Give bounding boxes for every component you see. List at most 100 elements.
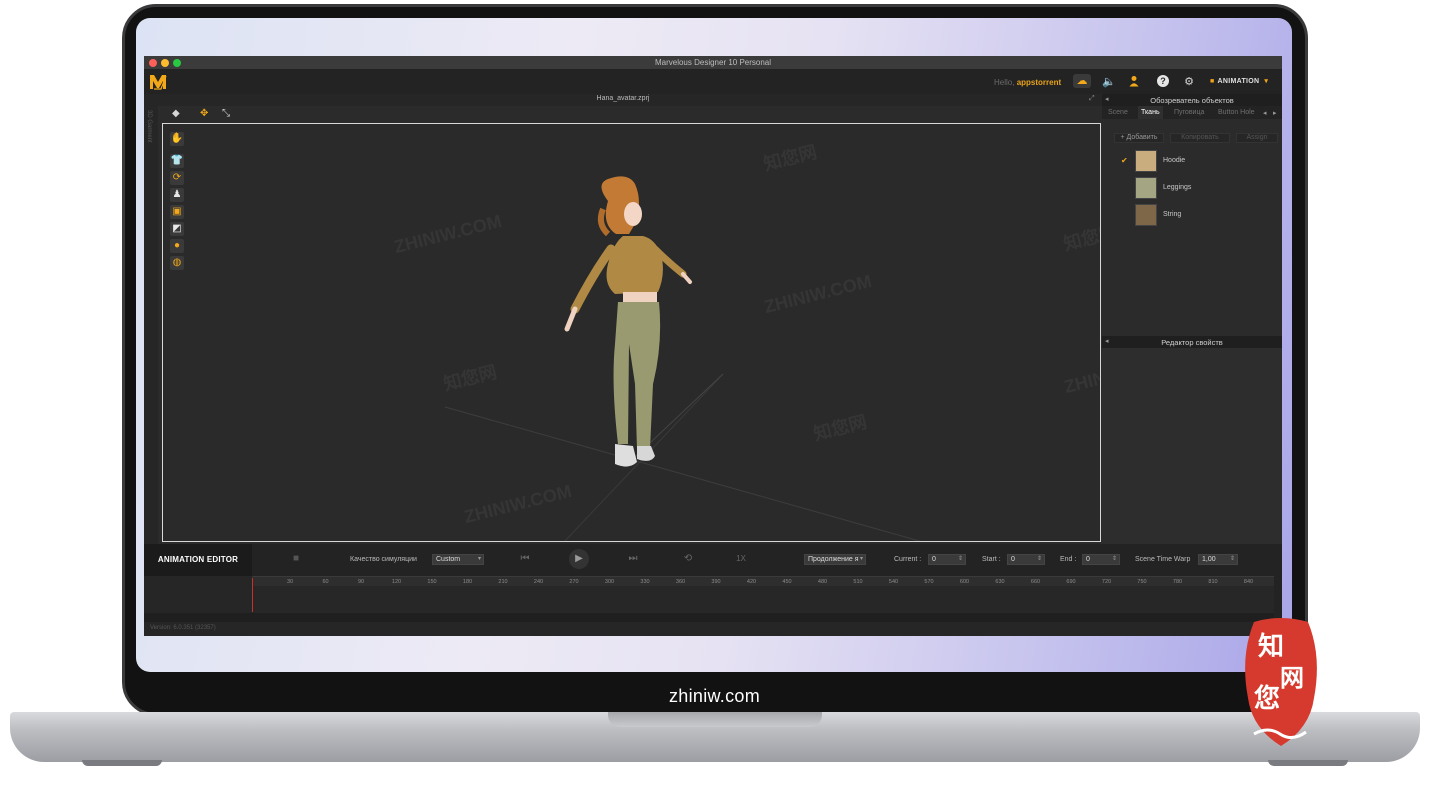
ruler-tick-label: 210 xyxy=(498,579,508,585)
check-icon: ✔ xyxy=(1121,156,1128,165)
left-panel-strip[interactable]: 3D Garment xyxy=(144,106,158,596)
cloud-sync-icon[interactable]: ☁ xyxy=(1073,74,1091,88)
user-icon[interactable] xyxy=(1127,75,1141,89)
ruler-tick-label: 780 xyxy=(1172,579,1183,585)
time-warp-input[interactable]: 1,00 ⇕ xyxy=(1198,554,1238,565)
sim-quality-label: Качество симуляции xyxy=(350,556,417,563)
property-editor-panel xyxy=(1102,348,1282,544)
list-item[interactable]: String xyxy=(1102,203,1282,227)
ruler-tick-label: 630 xyxy=(995,579,1005,585)
ruler-tick-label: 810 xyxy=(1208,579,1218,585)
avatar-head-icon[interactable]: ● xyxy=(170,239,184,253)
transform-icon[interactable]: ⤡ xyxy=(222,108,230,119)
ruler-tick-label: 240 xyxy=(533,579,544,585)
top-toolbar: Hello, appstorrent ☁ 🔈 ? ⚙ ■ ANIMATION ▾ xyxy=(144,70,1282,94)
timeline-ruler[interactable]: 30 60 90 120 150 180 210 240 270 300 330 360 390 420 4… xyxy=(252,576,1274,586)
ruler-tick-label: 30 xyxy=(286,579,294,585)
ruler-tick-label: 300 xyxy=(604,579,615,585)
animation-editor-title: ANIMATION EDITOR xyxy=(144,544,252,576)
tab-button-hole[interactable]: Button Hole xyxy=(1218,109,1255,116)
mode-dropdown[interactable]: ■ ANIMATION ▾ xyxy=(1210,77,1268,85)
stepper-icon: ⇕ xyxy=(1229,556,1235,562)
bezel-label: zhiniw.com xyxy=(668,686,761,706)
window-title: Marvelous Designer 10 Personal xyxy=(654,58,772,67)
list-item[interactable]: ✔ Hoodie xyxy=(1102,149,1282,173)
continue-select[interactable]: Продолжение я ▾ xyxy=(804,554,866,565)
username[interactable]: appstorrent xyxy=(1017,78,1061,87)
property-editor-title: Редактор свойств xyxy=(1161,338,1223,347)
record-camera-icon[interactable]: ■ xyxy=(286,552,306,566)
timeline-track[interactable] xyxy=(252,586,1274,613)
assign-fabric-button[interactable]: Assign xyxy=(1236,133,1278,143)
rotate-icon[interactable]: ⟳ xyxy=(170,171,184,185)
texture-icon[interactable]: ▣ xyxy=(170,205,184,219)
current-frame-input[interactable]: 0 ⇕ xyxy=(928,554,966,565)
fabric-swatch xyxy=(1135,204,1157,226)
ruler-tick-label: 840 xyxy=(1243,579,1254,585)
badge-char-3: 您 xyxy=(1254,684,1281,714)
ruler-tick-label: 540 xyxy=(888,579,899,585)
ruler-tick-label: 270 xyxy=(569,579,579,585)
sim-quality-select[interactable]: Custom ▾ xyxy=(432,554,484,565)
ruler-tick-label: 570 xyxy=(924,579,934,585)
tab-prev-icon[interactable]: ◂ xyxy=(1263,109,1267,117)
end-frame-input[interactable]: 0 ⇕ xyxy=(1082,554,1120,565)
tab-button[interactable]: Пуговица xyxy=(1174,109,1204,116)
ruler-tick-label: 330 xyxy=(640,579,650,585)
ruler-tick-label: 480 xyxy=(817,579,828,585)
laptop-foot-left xyxy=(82,760,162,766)
maximize-icon[interactable]: ⤢ xyxy=(1089,95,1095,103)
ruler-tick-label: 90 xyxy=(357,579,365,585)
avatar-icon[interactable]: ♟ xyxy=(170,188,184,202)
ruler-tick-label: 180 xyxy=(462,579,473,585)
ruler-tick-label: 690 xyxy=(1066,579,1076,585)
object-browser-tabs: Scene Ткань Пуговица Button Hole ◂ ▸ xyxy=(1102,106,1282,119)
fabric-swatch xyxy=(1135,150,1157,172)
object-browser-title: Обозреватель объектов xyxy=(1150,96,1234,105)
select-icon[interactable]: ◆ xyxy=(172,108,180,119)
skip-forward-icon[interactable]: ⏭ xyxy=(626,552,640,566)
ruler-tick-label: 750 xyxy=(1137,579,1147,585)
laptop-notch xyxy=(608,712,822,727)
help-icon[interactable]: ? xyxy=(1157,75,1169,87)
ruler-tick-label: 150 xyxy=(427,579,437,585)
play-button[interactable]: ▶ xyxy=(569,549,589,569)
ruler-tick-label: 450 xyxy=(782,579,792,585)
tab-scene[interactable]: Scene xyxy=(1108,109,1128,116)
garment-icon[interactable]: 👕 xyxy=(170,154,184,168)
timeline-scrollbar[interactable] xyxy=(144,613,1282,622)
speaker-icon[interactable]: 🔈 xyxy=(1102,75,1116,89)
stepper-icon: ⇕ xyxy=(1036,556,1042,562)
move-icon[interactable]: ✥ xyxy=(200,108,208,119)
tab-fabric[interactable]: Ткань xyxy=(1138,106,1163,119)
chevron-down-icon: ▾ xyxy=(477,556,481,562)
3d-viewport[interactable]: ✋ 👕 ⟳ ♟ ▣ ◩ ● ◍ ZHINIW.COM ZHINIW.COM 知您… xyxy=(162,123,1101,542)
end-label: End : xyxy=(1060,556,1077,563)
timeline-vertical-scrollbar[interactable] xyxy=(1274,570,1282,618)
start-frame-input[interactable]: 0 ⇕ xyxy=(1007,554,1045,565)
start-label: Start : xyxy=(982,556,1001,563)
add-fabric-button[interactable]: + Добавить xyxy=(1114,133,1164,143)
ruler-tick-label: 420 xyxy=(746,579,757,585)
surface-icon[interactable]: ◩ xyxy=(170,222,184,236)
app-window: Marvelous Designer 10 Personal Hello, ap… xyxy=(144,56,1282,636)
watermark-badge: 知 网 您 xyxy=(1240,616,1322,750)
fabric-swatch xyxy=(1135,177,1157,199)
settings-icon[interactable]: ⚙ xyxy=(1182,75,1196,89)
current-label: Current : xyxy=(894,556,922,563)
playhead[interactable] xyxy=(252,578,253,612)
track-list xyxy=(144,576,252,613)
scene-canvas xyxy=(444,176,922,541)
loop-icon[interactable]: ⟲ xyxy=(681,552,695,566)
globe-icon[interactable]: ◍ xyxy=(170,256,184,270)
tab-next-icon[interactable]: ▸ xyxy=(1273,109,1277,117)
fabric-name: String xyxy=(1163,211,1182,218)
copy-fabric-button[interactable]: Копировать xyxy=(1170,133,1230,143)
skip-back-icon[interactable]: ⏮ xyxy=(518,552,532,566)
list-item[interactable]: Leggings xyxy=(1102,176,1282,200)
greeting: Hello, appstorrent xyxy=(994,78,1062,87)
chevron-down-icon: ▾ xyxy=(1264,78,1269,85)
fold-icon[interactable]: ✋ xyxy=(170,132,184,146)
ruler-tick-label: 600 xyxy=(959,579,970,585)
speed-toggle[interactable]: 1X xyxy=(734,552,748,566)
